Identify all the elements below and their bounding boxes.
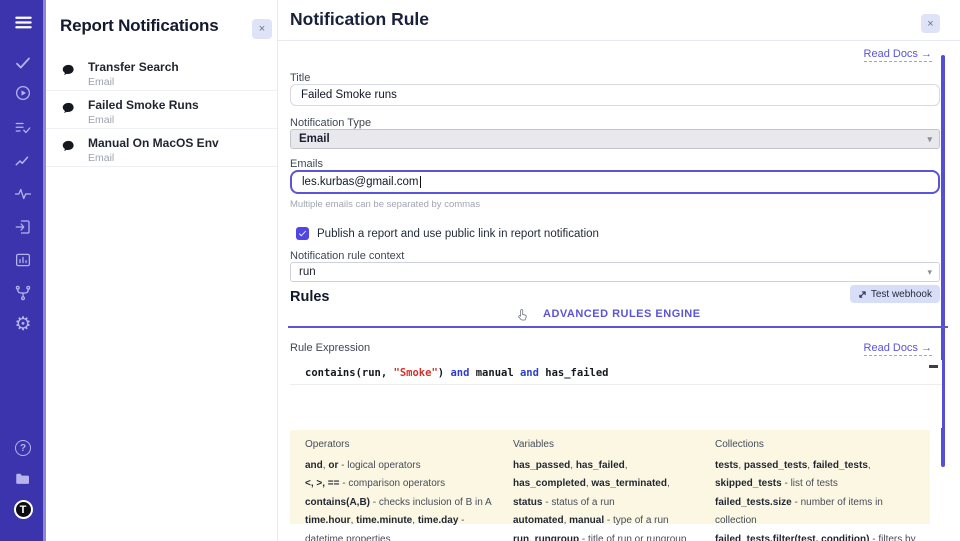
- panel-close-button[interactable]: ×: [252, 19, 272, 39]
- emails-field-label: Emails: [290, 158, 323, 170]
- form-close-button[interactable]: ×: [921, 14, 940, 33]
- header-divider: [278, 40, 960, 41]
- chevron-down-icon: ▾: [927, 267, 932, 278]
- publish-report-checkbox-row[interactable]: Publish a report and use public link in …: [296, 227, 599, 240]
- title-input-value: Failed Smoke runs: [301, 89, 397, 101]
- emails-input-value: les.kurbas@gmail.com: [302, 176, 419, 188]
- rule-type: Email: [88, 76, 269, 88]
- rule-context-select[interactable]: run ▾: [290, 262, 940, 282]
- expression-help-panel: Operators and, or - logical operators <,…: [290, 430, 930, 524]
- column-header: Variables: [513, 439, 700, 450]
- app-sidebar: ⚙ ? T: [0, 0, 46, 541]
- checkbox-label: Publish a report and use public link in …: [317, 228, 599, 240]
- help-line: has_passed, has_failed, has_completed, w…: [513, 457, 700, 512]
- help-line: automated, manual - type of a run: [513, 512, 700, 530]
- speech-bubble-icon: [61, 139, 76, 159]
- test-webhook-label: Test webhook: [871, 289, 932, 300]
- panel-title: Report Notifications: [60, 16, 218, 36]
- help-line: failed_tests.size - number of items in c…: [715, 494, 925, 531]
- variables-column: Variables has_passed, has_failed, has_co…: [513, 439, 700, 524]
- folder-icon[interactable]: [0, 470, 46, 488]
- help-line: tests, passed_tests, failed_tests, skipp…: [715, 457, 925, 494]
- swap-arrows-icon: [858, 290, 867, 299]
- hand-cursor-icon: [515, 307, 529, 327]
- read-docs-link[interactable]: Read Docs →: [864, 48, 932, 62]
- column-header: Operators: [305, 439, 498, 450]
- list-check-icon[interactable]: [0, 119, 46, 137]
- notification-type-select[interactable]: Email ▾: [290, 129, 940, 149]
- notification-rule-list: Transfer Search Email Failed Smoke Runs …: [46, 53, 277, 167]
- help-line: run, rungroup - title of run or rungroup: [513, 531, 700, 541]
- speech-bubble-icon: [61, 63, 76, 83]
- rules-section-heading: Rules: [290, 289, 330, 305]
- help-line: failed_tests.filter(test, condition) - f…: [715, 531, 925, 541]
- logo-t[interactable]: T: [0, 500, 46, 519]
- page-title: Notification Rule: [290, 9, 429, 30]
- report-notifications-panel: Report Notifications × Transfer Search E…: [46, 0, 278, 541]
- rule-type: Email: [88, 114, 269, 126]
- emails-hint: Multiple emails can be separated by comm…: [290, 199, 480, 210]
- menu-icon[interactable]: [0, 13, 46, 32]
- help-line: contains(A,B) - checks inclusion of B in…: [305, 494, 498, 512]
- rule-context-value: run: [299, 266, 316, 278]
- check-icon[interactable]: [0, 54, 46, 72]
- list-item[interactable]: Manual On MacOS Env Email: [46, 129, 277, 167]
- operators-column: Operators and, or - logical operators <,…: [305, 439, 498, 524]
- rule-expression-editor[interactable]: contains(run, "Smoke") and manual and ha…: [290, 360, 942, 428]
- list-item[interactable]: Failed Smoke Runs Email: [46, 91, 277, 129]
- rule-title: Transfer Search: [88, 60, 269, 74]
- fork-icon[interactable]: [0, 284, 46, 302]
- help-line: time.hour, time.minute, time.day - datet…: [305, 512, 498, 541]
- active-tab-underline: [288, 326, 948, 328]
- tab-advanced-rules-engine[interactable]: ADVANCED RULES ENGINE: [543, 308, 701, 320]
- help-line: and, or - logical operators: [305, 457, 498, 475]
- title-field-label: Title: [290, 72, 310, 84]
- pulse-icon[interactable]: [0, 185, 46, 203]
- rule-title: Failed Smoke Runs: [88, 98, 269, 112]
- play-circle-icon[interactable]: [0, 84, 46, 102]
- bar-chart-icon[interactable]: [0, 251, 46, 269]
- gear-icon[interactable]: ⚙: [0, 315, 46, 334]
- rule-type: Email: [88, 152, 269, 164]
- chevron-down-icon: ▾: [927, 134, 932, 145]
- sign-in-icon[interactable]: [0, 218, 46, 236]
- title-input[interactable]: Failed Smoke runs: [290, 84, 940, 106]
- context-field-label: Notification rule context: [290, 250, 404, 262]
- column-header: Collections: [715, 439, 925, 450]
- read-docs-link[interactable]: Read Docs →: [864, 342, 932, 356]
- rule-expression-code: contains(run, "Smoke") and manual and ha…: [290, 360, 942, 385]
- collections-column: Collections tests, passed_tests, failed_…: [715, 439, 925, 524]
- type-field-label: Notification Type: [290, 117, 371, 129]
- notification-rule-form: Notification Rule × Read Docs → Title Fa…: [278, 0, 960, 541]
- list-item[interactable]: Transfer Search Email: [46, 53, 277, 91]
- editor-resize-handle[interactable]: [929, 365, 938, 368]
- emails-input[interactable]: les.kurbas@gmail.com: [290, 170, 940, 194]
- test-webhook-button[interactable]: Test webhook: [850, 285, 940, 303]
- help-icon[interactable]: ?: [0, 440, 46, 456]
- checkbox-checked[interactable]: [296, 227, 309, 240]
- text-cursor: [420, 176, 421, 188]
- trend-icon[interactable]: [0, 152, 46, 170]
- notification-type-value: Email: [299, 133, 330, 145]
- rule-expression-label: Rule Expression: [290, 342, 370, 354]
- speech-bubble-icon: [61, 101, 76, 121]
- rule-title: Manual On MacOS Env: [88, 136, 269, 150]
- help-line: <, >, == - comparison operators: [305, 475, 498, 493]
